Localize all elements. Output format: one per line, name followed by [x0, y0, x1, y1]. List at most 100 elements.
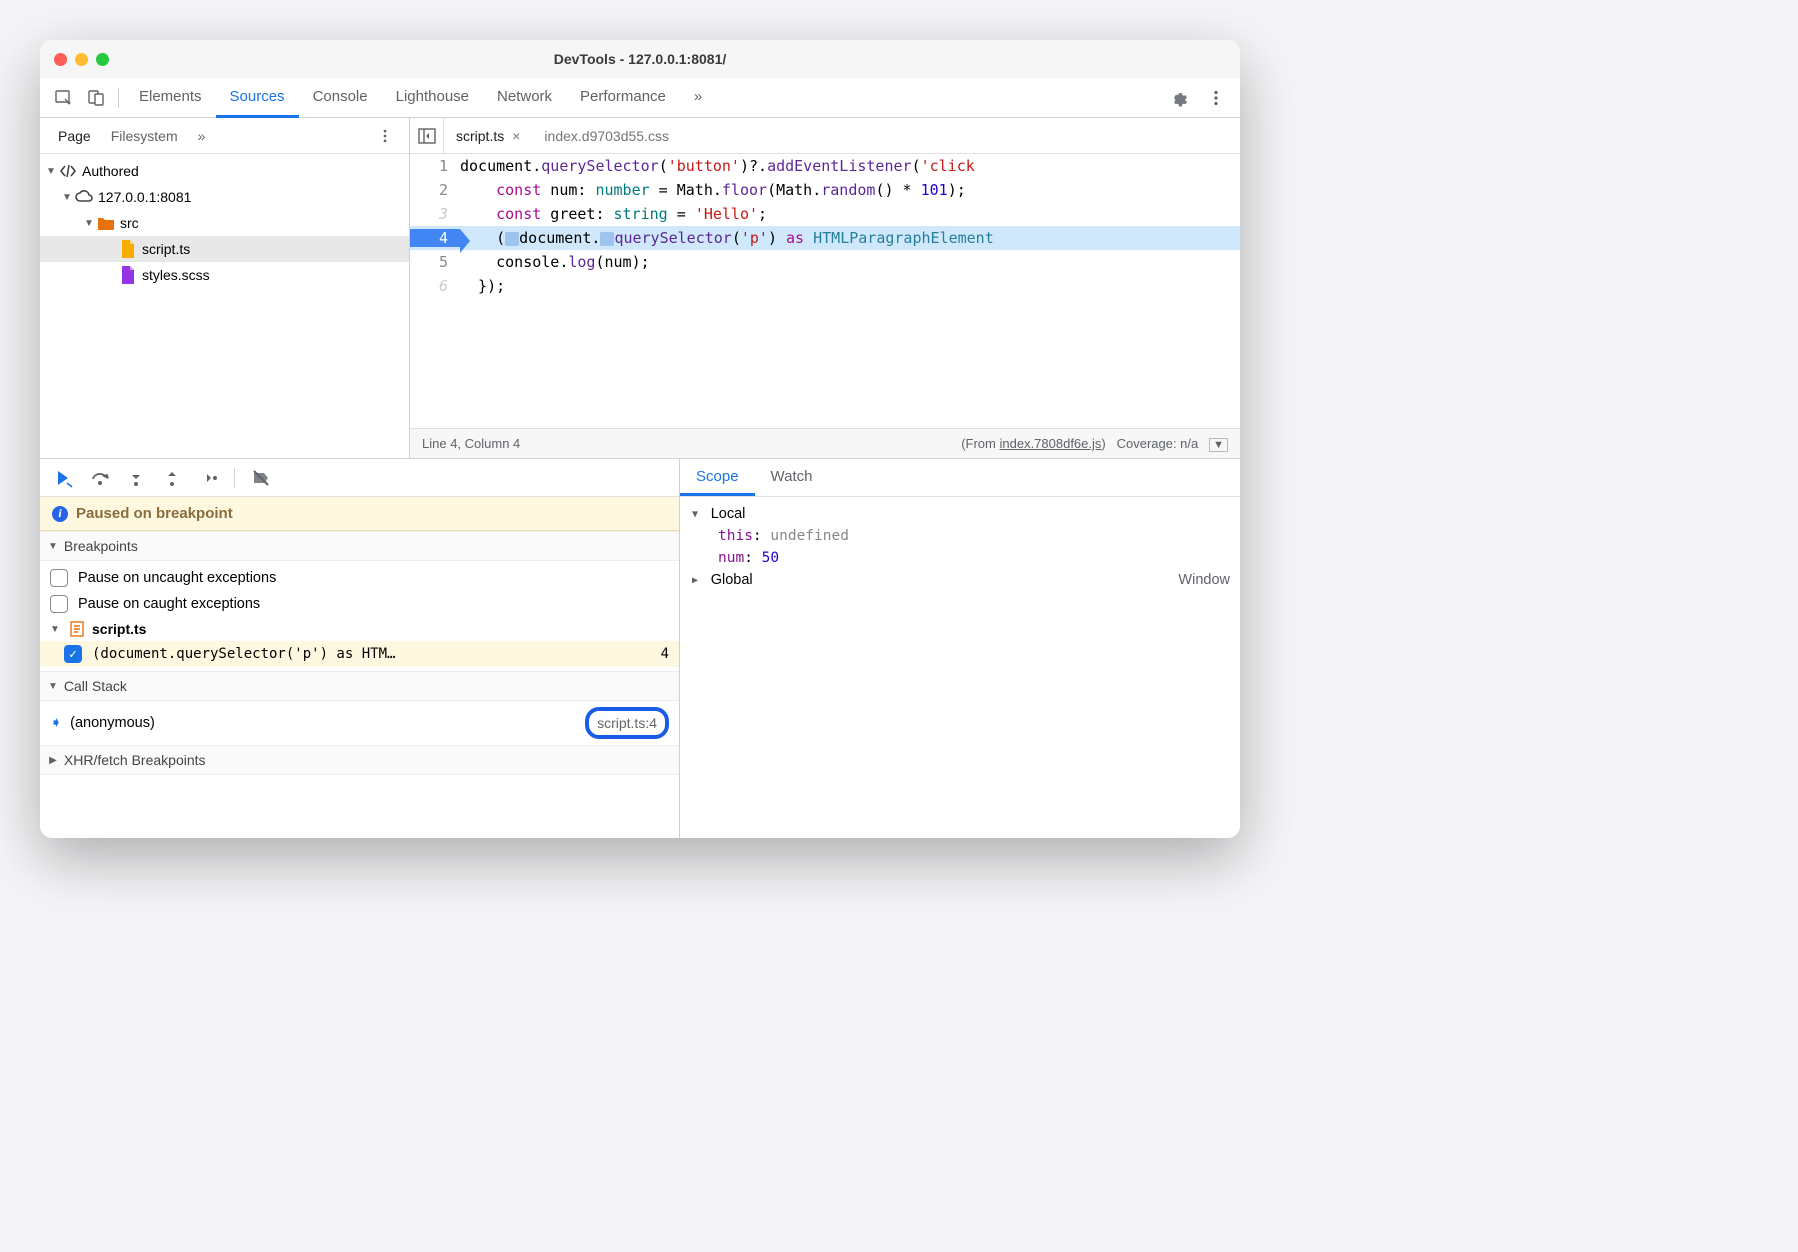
breakpoint-file[interactable]: ▼ script.ts [40, 617, 679, 641]
titlebar: DevTools - 127.0.0.1:8081/ [40, 40, 1240, 78]
checkbox-icon[interactable] [50, 569, 68, 587]
scope-global-value: Window [1178, 572, 1230, 588]
file-tree: ▼ Authored ▼ 127.0.0.1:8081 ▼ src script… [40, 154, 409, 458]
tree-file-styles[interactable]: styles.scss [40, 262, 409, 288]
step-into-icon[interactable] [120, 462, 152, 494]
line-content: }); [460, 277, 1240, 295]
navigator-menu-icon[interactable] [369, 120, 401, 152]
tree-file-script[interactable]: script.ts [40, 236, 409, 262]
divider [234, 468, 235, 488]
gear-icon[interactable] [1162, 82, 1194, 114]
navigator-tab-page[interactable]: Page [48, 118, 101, 154]
code-line[interactable]: 6 }); [410, 274, 1240, 298]
line-number[interactable]: 2 [410, 181, 460, 199]
coverage-label: Coverage: n/a [1117, 436, 1199, 451]
tab-sources[interactable]: Sources [216, 78, 299, 118]
line-content: console.log(num); [460, 253, 1240, 271]
pause-banner: i Paused on breakpoint [40, 497, 679, 531]
cursor-position: Line 4, Column 4 [422, 436, 520, 451]
checkbox-icon[interactable] [50, 595, 68, 613]
code-line[interactable]: 4 (document.querySelector('p') as HTMLPa… [410, 226, 1240, 250]
tab-lighthouse[interactable]: Lighthouse [382, 78, 483, 118]
code-line[interactable]: 2 const num: number = Math.floor(Math.ra… [410, 178, 1240, 202]
scope-entry-this[interactable]: this: undefined [690, 525, 1230, 547]
tab-watch[interactable]: Watch [755, 459, 829, 496]
minimize-icon[interactable] [75, 53, 88, 66]
xhr-breakpoints-header[interactable]: ▶ XHR/fetch Breakpoints [40, 745, 679, 775]
main-toolbar: Elements Sources Console Lighthouse Netw… [40, 78, 1240, 118]
tree-label: 127.0.0.1:8081 [98, 189, 191, 205]
tabs-overflow[interactable]: » [680, 78, 716, 118]
debugger-toolbar [40, 459, 679, 497]
tab-elements[interactable]: Elements [125, 78, 216, 118]
scope-global[interactable]: ▶ Global Window [690, 569, 1230, 591]
inspect-element-icon[interactable] [48, 82, 80, 114]
scope-local[interactable]: ▼ Local [690, 503, 1230, 525]
code-line[interactable]: 1document.querySelector('button')?.addEv… [410, 154, 1240, 178]
pause-caught-toggle[interactable]: Pause on caught exceptions [40, 591, 679, 617]
tab-network[interactable]: Network [483, 78, 566, 118]
resume-icon[interactable] [48, 462, 80, 494]
close-icon[interactable]: × [512, 128, 520, 144]
show-navigator-icon[interactable] [410, 118, 444, 154]
cloud-icon [74, 190, 94, 204]
code-line[interactable]: 3 const greet: string = 'Hello'; [410, 202, 1240, 226]
tree-folder-src[interactable]: ▼ src [40, 210, 409, 236]
step-over-icon[interactable] [84, 462, 116, 494]
code-line[interactable]: 5 console.log(num); [410, 250, 1240, 274]
file-icon [118, 240, 138, 258]
device-toggle-icon[interactable] [80, 82, 112, 114]
pause-message: Paused on breakpoint [76, 505, 233, 522]
line-number[interactable]: 3 [410, 205, 460, 223]
tree-label: Authored [82, 163, 139, 179]
step-icon[interactable] [192, 462, 224, 494]
tab-performance[interactable]: Performance [566, 78, 680, 118]
line-content: const greet: string = 'Hello'; [460, 205, 1240, 223]
navigator-tab-filesystem[interactable]: Filesystem [101, 118, 188, 154]
editor-tab-label: script.ts [456, 128, 504, 144]
callstack-location[interactable]: script.ts:4 [585, 707, 669, 739]
editor-tab-indexcss[interactable]: index.d9703d55.css [532, 118, 681, 154]
step-out-icon[interactable] [156, 462, 188, 494]
info-icon: i [52, 506, 68, 522]
tree-label: script.ts [142, 241, 190, 257]
divider [118, 88, 119, 108]
line-number[interactable]: 4 [410, 229, 460, 247]
close-icon[interactable] [54, 53, 67, 66]
breakpoints-header[interactable]: ▼ Breakpoints [40, 531, 679, 561]
navigator-tabs: Page Filesystem » [40, 118, 409, 154]
debugger-pane: i Paused on breakpoint ▼ Breakpoints Pau… [40, 459, 680, 838]
editor-tab-label: index.d9703d55.css [544, 128, 669, 144]
callstack-header[interactable]: ▼ Call Stack [40, 671, 679, 701]
editor-tab-script[interactable]: script.ts × [444, 118, 532, 154]
zoom-icon[interactable] [96, 53, 109, 66]
navigator-sidebar: Page Filesystem » ▼ Authored ▼ 127.0.0.1… [40, 118, 410, 458]
folder-icon [96, 216, 116, 230]
pause-uncaught-toggle[interactable]: Pause on uncaught exceptions [40, 565, 679, 591]
deactivate-breakpoints-icon[interactable] [245, 462, 277, 494]
dropdown-icon[interactable]: ▼ [1209, 438, 1228, 452]
scope-tabs: Scope Watch [680, 459, 1240, 497]
line-number[interactable]: 1 [410, 157, 460, 175]
line-content: (document.querySelector('p') as HTMLPara… [460, 229, 1240, 247]
breakpoint-line-num: 4 [661, 646, 669, 662]
current-frame-icon: ➧ [50, 715, 62, 731]
tab-console[interactable]: Console [299, 78, 382, 118]
tree-authored[interactable]: ▼ Authored [40, 158, 409, 184]
scope-entry-num[interactable]: num: 50 [690, 547, 1230, 569]
line-number[interactable]: 5 [410, 253, 460, 271]
breakpoint-entry[interactable]: ✓ (document.querySelector('p') as HTM… 4 [40, 641, 679, 667]
tree-host[interactable]: ▼ 127.0.0.1:8081 [40, 184, 409, 210]
tab-scope[interactable]: Scope [680, 459, 755, 496]
window-title: DevTools - 127.0.0.1:8081/ [40, 51, 1240, 67]
status-bar: Line 4, Column 4 (From index.7808df6e.js… [410, 428, 1240, 458]
checkbox-checked-icon[interactable]: ✓ [64, 645, 82, 663]
code-editor[interactable]: 1document.querySelector('button')?.addEv… [410, 154, 1240, 428]
line-number[interactable]: 6 [410, 277, 460, 295]
navigator-tabs-overflow[interactable]: » [188, 118, 216, 154]
step-marker-icon [600, 232, 614, 246]
sourcemap-link[interactable]: index.7808df6e.js [999, 436, 1101, 451]
line-content: const num: number = Math.floor(Math.rand… [460, 181, 1240, 199]
callstack-frame[interactable]: ➧(anonymous) script.ts:4 [40, 701, 679, 745]
kebab-menu-icon[interactable] [1200, 82, 1232, 114]
